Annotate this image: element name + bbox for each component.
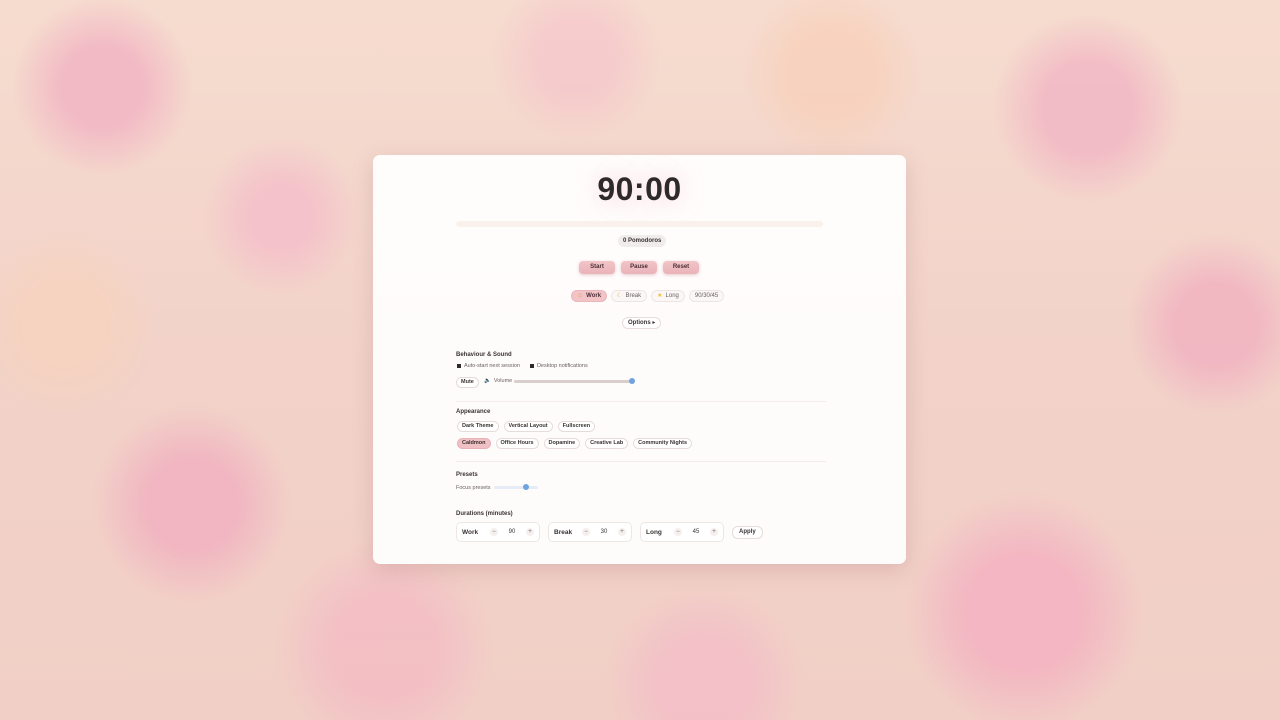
pomodoro-card: 90:00 0 Pomodoros Start Pause Reset ☺ Wo… — [373, 155, 906, 564]
theme-creative-lab[interactable]: Creative Lab — [585, 438, 629, 449]
decrease-button[interactable]: − — [582, 528, 590, 536]
mode-label: 90/30/45 — [694, 293, 719, 299]
volume-label: Volume — [493, 378, 513, 384]
mode-label: Long — [665, 293, 679, 299]
volume-slider[interactable] — [514, 378, 635, 384]
section-divider — [456, 401, 826, 402]
checkbox-label: Auto-start next session — [464, 363, 520, 369]
theme-community-nights[interactable]: Community Nights — [633, 438, 693, 449]
increase-button[interactable]: + — [710, 528, 718, 536]
vertical-layout-toggle[interactable]: Vertical Layout — [503, 421, 553, 432]
theme-selector: Caldmon Office Hours Dopamine Creative L… — [457, 438, 693, 449]
mode-selector: ☺ Work ☾ Break ★ Long 90/30/45 — [571, 290, 725, 302]
pause-button[interactable]: Pause — [621, 261, 657, 274]
volume-label-group: 🔈 Volume — [484, 378, 512, 384]
break-duration-value[interactable]: 30 — [596, 529, 612, 535]
behaviour-section-title: Behaviour & Sound — [456, 352, 512, 358]
work-duration-value[interactable]: 90 — [504, 529, 520, 535]
checkbox-icon — [457, 364, 461, 368]
options-button[interactable]: Options ▸ — [622, 317, 662, 329]
mode-break[interactable]: ☾ Break — [611, 290, 648, 302]
mode-label: Work — [586, 293, 602, 299]
dark-theme-toggle[interactable]: Dark Theme — [457, 421, 499, 432]
appearance-toggles: Dark Theme Vertical Layout Fullscreen — [457, 421, 596, 432]
mode-work[interactable]: ☺ Work — [571, 290, 608, 302]
durations-row: Work − 90 + Break − 30 + Long − 45 + App… — [456, 522, 763, 542]
long-duration-stepper: Long − 45 + — [640, 522, 724, 542]
sun-icon: ☺ — [577, 293, 584, 299]
long-duration-label: Long — [646, 528, 662, 536]
fullscreen-toggle[interactable]: Fullscreen — [557, 421, 596, 432]
mute-button[interactable]: Mute — [456, 377, 479, 388]
decrease-button[interactable]: − — [674, 528, 682, 536]
focus-presets-label: Focus presets — [456, 485, 491, 491]
behaviour-checkboxes: Auto-start next session Desktop notifica… — [457, 363, 588, 369]
start-button[interactable]: Start — [579, 261, 615, 274]
focus-presets-slider[interactable] — [494, 484, 538, 490]
reset-button[interactable]: Reset — [663, 261, 699, 274]
timer-progress-bar — [456, 221, 823, 227]
break-duration-stepper: Break − 30 + — [548, 522, 632, 542]
mode-preset-ratio[interactable]: 90/30/45 — [688, 290, 725, 302]
timer-controls: Start Pause Reset — [579, 261, 699, 274]
pomodoro-count-badge: 0 Pomodoros — [618, 235, 667, 247]
moon-icon: ☾ — [617, 293, 623, 299]
theme-caldmon[interactable]: Caldmon — [457, 438, 491, 449]
presets-section-title: Presets — [456, 472, 478, 478]
focus-presets-thumb[interactable] — [522, 484, 529, 490]
volume-slider-thumb[interactable] — [629, 378, 635, 384]
theme-office-hours[interactable]: Office Hours — [495, 438, 539, 449]
decrease-button[interactable]: − — [490, 528, 498, 536]
mode-long[interactable]: ★ Long — [651, 290, 685, 302]
checkbox-icon — [529, 364, 534, 368]
section-divider — [456, 461, 826, 462]
desktop-notifications-checkbox[interactable]: Desktop notifications — [529, 363, 588, 369]
long-duration-value[interactable]: 45 — [688, 529, 704, 535]
appearance-section-title: Appearance — [456, 409, 491, 415]
work-duration-label: Work — [462, 528, 479, 536]
volume-slider-fill — [514, 380, 632, 383]
mode-label: Break — [625, 293, 642, 299]
break-duration-label: Break — [554, 528, 573, 536]
speaker-icon: 🔈 — [484, 378, 491, 384]
apply-button[interactable]: Apply — [732, 525, 763, 539]
work-duration-stepper: Work − 90 + — [456, 522, 540, 542]
checkbox-label: Desktop notifications — [536, 363, 588, 369]
auto-start-checkbox[interactable]: Auto-start next session — [457, 363, 520, 369]
timer-display: 90:00 — [597, 171, 682, 207]
increase-button[interactable]: + — [526, 528, 534, 536]
theme-dopamine[interactable]: Dopamine — [543, 438, 581, 449]
increase-button[interactable]: + — [618, 528, 626, 536]
durations-section-title: Durations (minutes) — [456, 511, 513, 517]
star-icon: ★ — [657, 293, 663, 299]
